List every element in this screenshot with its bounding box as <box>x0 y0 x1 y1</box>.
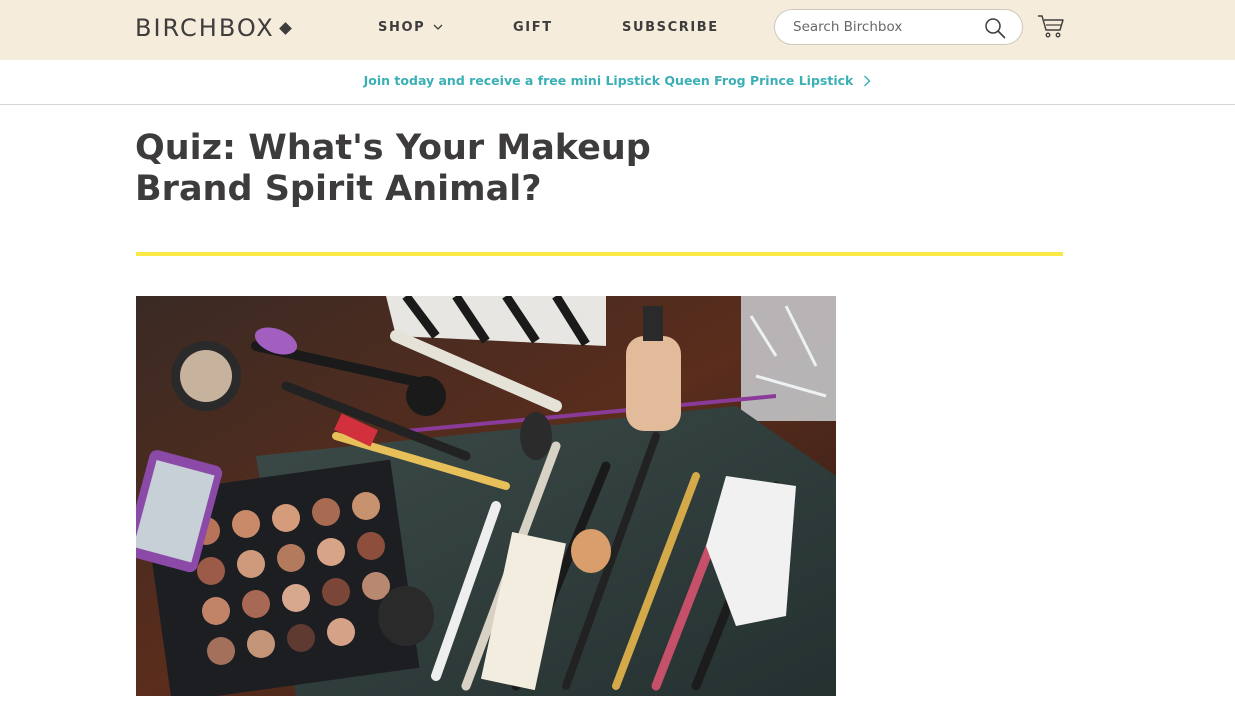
page-title: Quiz: What's Your Makeup Brand Spirit An… <box>135 128 651 209</box>
title-divider <box>136 252 1063 256</box>
promo-banner: Join today and receive a free mini Lipst… <box>0 60 1235 105</box>
top-header: BIRCHBOX SHOP GIFT SUBSCRIBE <box>0 0 1235 60</box>
search-box <box>774 9 1023 45</box>
chevron-down-icon <box>433 24 443 30</box>
logo-text: BIRCHBOX <box>135 14 275 42</box>
nav-subscribe[interactable]: SUBSCRIBE <box>622 17 719 37</box>
chevron-right-icon <box>864 75 871 86</box>
nav-gift-label: GIFT <box>513 19 553 35</box>
makeup-photo-illustration <box>136 296 836 696</box>
logo-diamond-icon <box>278 22 292 35</box>
search-icon[interactable] <box>984 17 1006 39</box>
promo-text: Join today and receive a free mini Lipst… <box>363 73 854 88</box>
search-input[interactable] <box>793 17 983 37</box>
nav-shop-label: SHOP <box>378 19 426 35</box>
nav-gift[interactable]: GIFT <box>513 17 553 37</box>
promo-link[interactable]: Join today and receive a free mini Lipst… <box>0 73 1235 88</box>
birchbox-logo[interactable]: BIRCHBOX <box>135 13 292 43</box>
nav-subscribe-label: SUBSCRIBE <box>622 19 719 35</box>
hero-image <box>136 296 836 696</box>
nav-shop[interactable]: SHOP <box>378 17 443 37</box>
cart-icon[interactable] <box>1037 13 1065 39</box>
